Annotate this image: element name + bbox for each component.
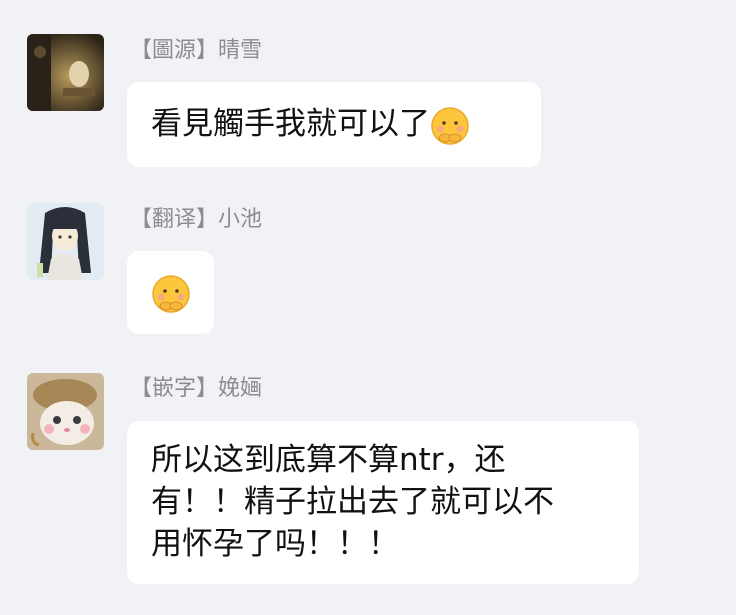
sender-name: 【圖源】晴雪 <box>130 38 263 63</box>
message-text-line: 有！！精子拉出去了就可以不 <box>151 484 554 520</box>
sender-name: 【翻译】小池 <box>130 207 263 232</box>
message-bubble[interactable] <box>127 251 214 334</box>
shy-face-emoji-icon <box>152 274 190 313</box>
message-bubble[interactable]: 所以这到底算不算ntr，还 有！！精子拉出去了就可以不 用怀孕了吗！！！ <box>127 421 639 584</box>
avatar-image <box>27 373 104 450</box>
message-text: 看見觸手我就可以了 <box>151 106 430 142</box>
avatar[interactable] <box>27 34 104 111</box>
avatar-image <box>27 203 104 280</box>
sender-name: 【嵌字】娩婳 <box>130 376 263 401</box>
message-text-line: 所以这到底算不算ntr，还 <box>151 442 506 478</box>
avatar[interactable] <box>27 373 104 450</box>
avatar-image <box>27 34 104 111</box>
shy-face-emoji-icon <box>431 106 469 145</box>
message-text-line: 用怀孕了吗！！！ <box>151 526 399 562</box>
avatar[interactable] <box>27 203 104 280</box>
message-bubble[interactable]: 看見觸手我就可以了 <box>127 82 541 167</box>
